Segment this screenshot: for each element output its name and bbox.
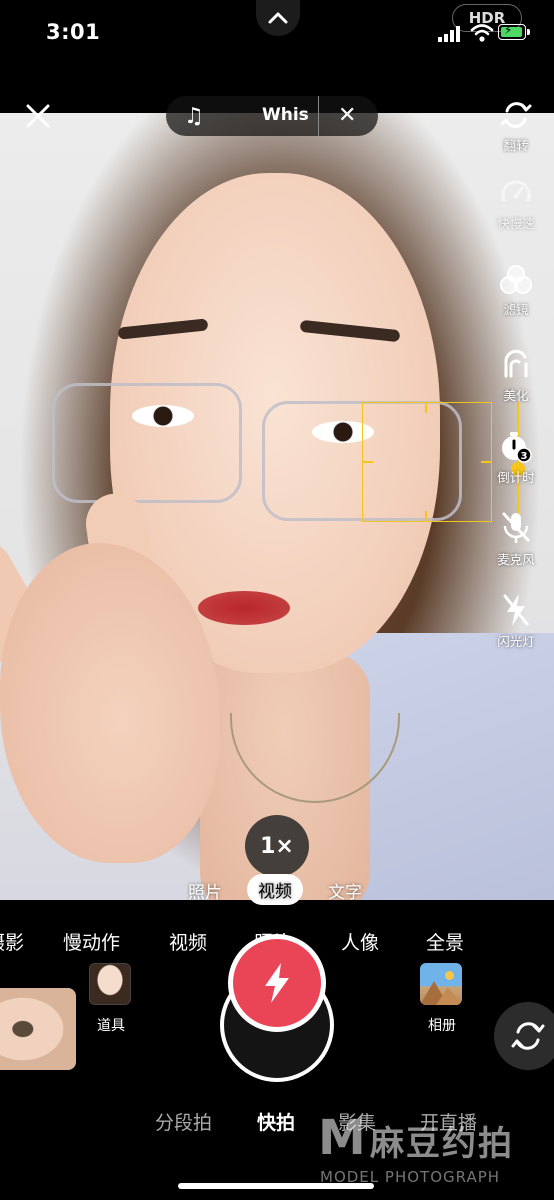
quick-shot-button[interactable] — [228, 934, 326, 1032]
tool-label: 快慢速 — [497, 216, 535, 231]
props-thumbnail — [89, 963, 131, 1005]
mode-item[interactable]: 视频 — [169, 928, 207, 955]
wifi-icon — [470, 24, 494, 42]
tool-label: 滤镜 — [503, 302, 529, 317]
capture-tab[interactable]: 快拍 — [257, 1108, 295, 1135]
zoom-button[interactable]: 1× — [245, 815, 309, 877]
mode-item[interactable]: 全景 — [426, 928, 464, 955]
status-time: 3:01 — [46, 20, 101, 44]
battery-cap — [527, 29, 530, 35]
cellular-signal-icon — [438, 26, 460, 42]
svg-text:3: 3 — [521, 451, 528, 462]
mode-item[interactable]: 摄影 — [0, 928, 24, 955]
submode-text[interactable]: 文字 — [328, 878, 362, 903]
flip-camera-icon — [500, 102, 532, 128]
lightning-icon — [265, 963, 289, 1003]
tool-flash[interactable]: 闪光灯 — [486, 592, 546, 650]
flash-off-icon — [503, 594, 529, 626]
chevron-up-icon[interactable] — [256, 0, 300, 36]
album-label: 相册 — [428, 1018, 456, 1034]
preview-lips — [198, 591, 290, 625]
tool-timer[interactable]: 3 倒计时 — [486, 430, 546, 486]
music-picker[interactable]: ♫ Whis ✕ — [166, 96, 378, 136]
timer-icon: 3 — [502, 432, 532, 463]
watermark-letter: M — [318, 1110, 366, 1166]
status-bar: 3:01 HDR ⚡ — [0, 0, 554, 72]
divider — [318, 96, 319, 136]
submode-video[interactable]: 视频 — [247, 874, 303, 905]
close-icon[interactable] — [22, 100, 54, 132]
switch-camera-button[interactable] — [494, 1002, 554, 1070]
tool-label: 翻转 — [503, 138, 529, 153]
props-button[interactable]: 道具 — [89, 963, 133, 1035]
tool-label: 美化 — [503, 388, 529, 403]
tool-speed[interactable]: 快慢速 — [486, 176, 546, 232]
tool-beauty[interactable]: 美化 — [486, 348, 546, 404]
music-note-icon: ♫ — [184, 104, 204, 129]
tool-flip[interactable]: 翻转 — [486, 98, 546, 154]
home-indicator[interactable] — [178, 1183, 374, 1189]
watermark-logo: M 麻豆约拍 MODEL PHOTOGRAPH — [318, 1110, 554, 1190]
tool-mic[interactable]: 麦克风 — [486, 510, 546, 568]
switch-camera-icon — [511, 1022, 545, 1050]
battery-icon: ⚡ — [498, 23, 526, 40]
music-name: Whis — [262, 105, 309, 125]
focus-box — [362, 402, 492, 522]
speedometer-icon — [501, 180, 531, 202]
mode-item[interactable]: 人像 — [341, 928, 379, 955]
album-thumbnail — [420, 963, 462, 1005]
tool-filter[interactable]: 滤镜 — [486, 264, 546, 318]
capture-tab[interactable]: 分段拍 — [155, 1108, 212, 1135]
watermark-chinese: 麻豆约拍 — [370, 1124, 514, 1164]
tool-label: 倒计时 — [497, 470, 535, 485]
submode-photo[interactable]: 照片 — [188, 878, 222, 903]
album-button[interactable]: 相册 — [420, 963, 464, 1035]
beauty-icon — [504, 349, 528, 378]
tool-label: 麦克风 — [497, 552, 535, 567]
preview-glasses-left — [52, 383, 242, 503]
mode-item[interactable]: 慢动作 — [63, 928, 120, 955]
tool-label: 闪光灯 — [497, 634, 535, 649]
filter-icon — [500, 265, 532, 294]
props-label: 道具 — [97, 1018, 125, 1034]
mic-off-icon — [502, 512, 530, 543]
face-effect-thumbnail[interactable] — [0, 988, 76, 1070]
remove-music-icon[interactable]: ✕ — [338, 103, 356, 128]
